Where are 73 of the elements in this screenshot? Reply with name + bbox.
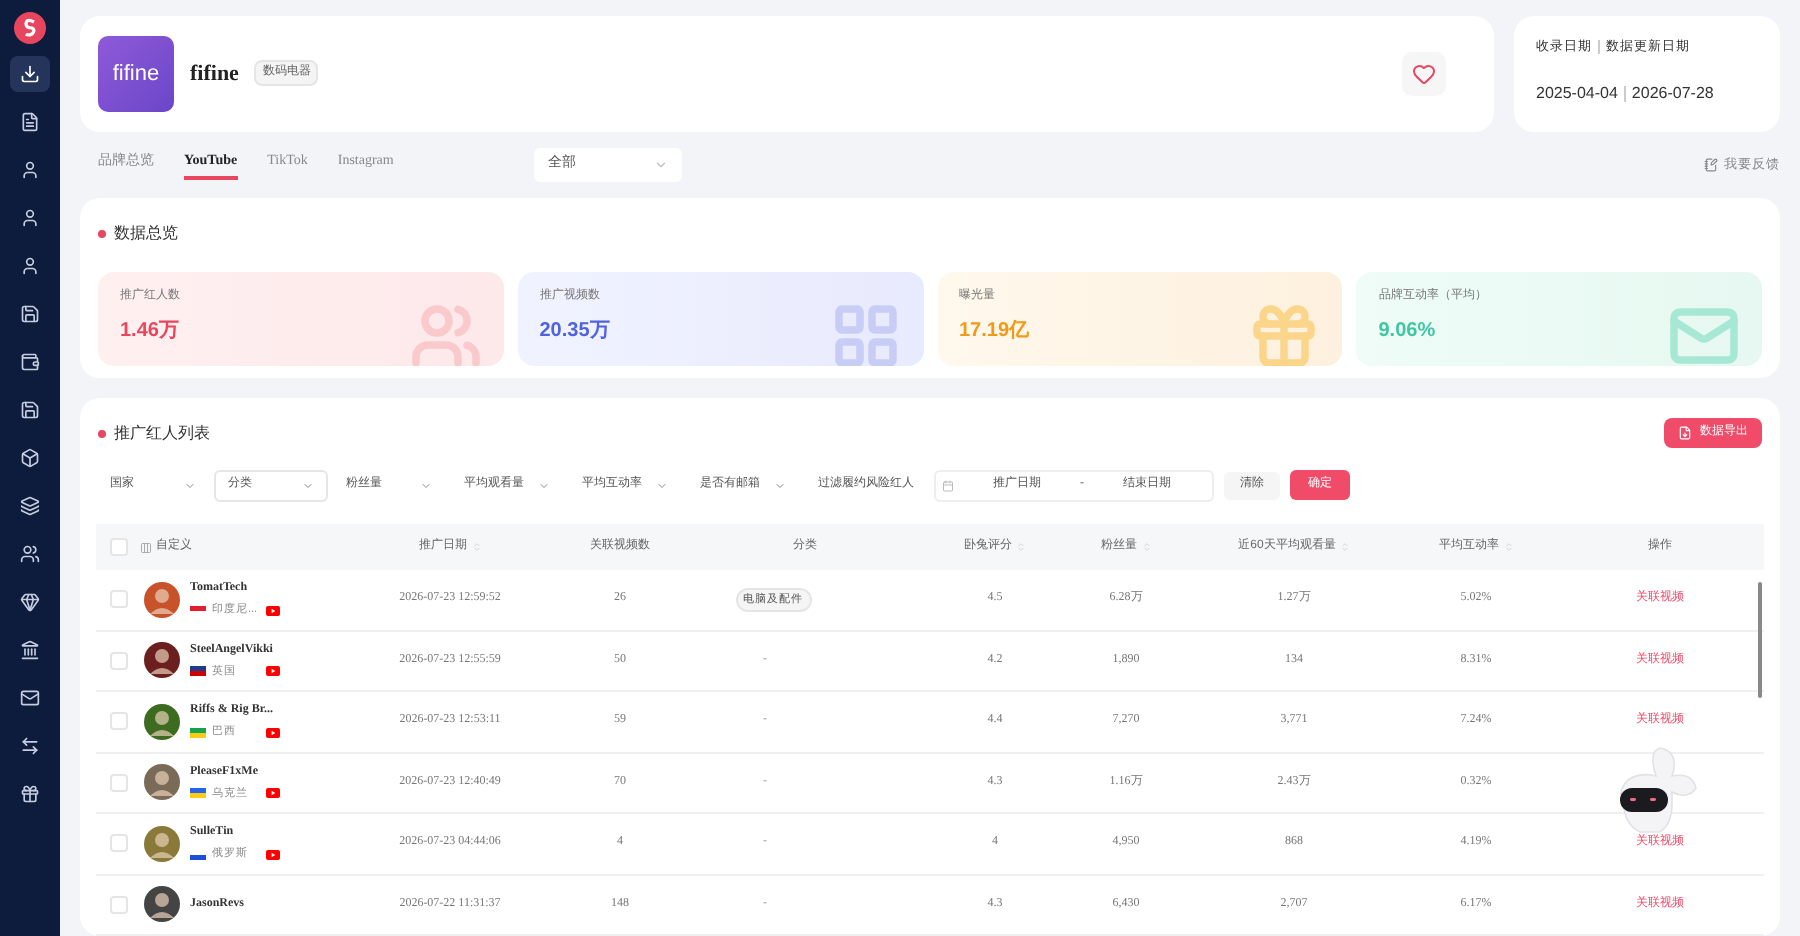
section-title: 数据总览 — [114, 222, 178, 247]
avatar-icon — [144, 825, 180, 862]
save-icon — [20, 400, 40, 420]
avatar-icon — [144, 703, 180, 740]
stat-icon — [1248, 300, 1321, 367]
chevron-down-icon — [420, 479, 432, 491]
sort-icon — [1016, 542, 1026, 552]
row-checkbox[interactable] — [109, 773, 127, 792]
users-icon — [20, 544, 40, 564]
row-checkbox[interactable] — [109, 895, 127, 914]
calendar-icon — [942, 479, 954, 491]
mail-icon — [20, 688, 40, 708]
flag-icon — [190, 727, 206, 738]
video-platform-icon — [266, 666, 280, 677]
sidebar-item[interactable] — [10, 56, 50, 92]
user-icon — [20, 208, 40, 228]
chevron-down-icon — [538, 479, 550, 491]
flag-icon — [190, 788, 206, 799]
save-icon — [20, 304, 40, 324]
date-value: 2025-04-04 — [1536, 81, 1618, 106]
app-logo-icon — [14, 12, 46, 44]
layers-icon — [20, 496, 40, 516]
section-title: 推广红人列表 — [114, 421, 210, 445]
date-value: 2026-07-28 — [1631, 81, 1714, 106]
bank-icon — [20, 640, 40, 660]
stat-icon — [409, 300, 482, 367]
flag-icon — [190, 666, 206, 677]
video-platform-icon — [266, 727, 280, 738]
avatar-icon — [144, 886, 180, 923]
sort-icon — [1141, 542, 1151, 552]
row-checkbox[interactable] — [109, 712, 127, 731]
user-icon — [20, 160, 40, 180]
row-checkbox[interactable] — [109, 834, 127, 853]
sort-icon — [1339, 542, 1350, 552]
file-icon — [1678, 426, 1692, 440]
sort-icon — [1503, 542, 1513, 552]
gift-icon — [20, 784, 40, 804]
chevron-down-icon — [302, 479, 314, 491]
chevron-down-icon — [653, 157, 668, 172]
stat-value: 1.46万 — [120, 318, 180, 347]
flag-icon — [190, 849, 206, 860]
avatar-icon — [144, 581, 180, 618]
video-platform-icon — [266, 605, 280, 616]
stat-value: 20.35万 — [539, 318, 610, 347]
video-platform-icon — [266, 849, 280, 860]
swap-icon — [20, 736, 40, 756]
video-platform-icon — [266, 788, 280, 799]
heart-icon — [1412, 61, 1436, 86]
chevron-down-icon — [184, 479, 196, 491]
select-all-checkbox[interactable] — [109, 538, 127, 556]
brand-name: fifine — [190, 59, 239, 90]
avatar-icon — [144, 642, 180, 679]
user-icon — [20, 256, 40, 276]
favorite-button[interactable] — [1402, 51, 1446, 96]
document-icon — [20, 112, 40, 132]
chevron-down-icon — [774, 479, 786, 491]
avatar-icon — [144, 764, 180, 801]
sort-icon — [471, 542, 481, 552]
stat-value: 17.19亿 — [959, 317, 1030, 347]
columns-icon — [140, 541, 152, 553]
chevron-down-icon — [656, 479, 668, 491]
row-checkbox[interactable] — [109, 651, 127, 670]
flag-icon — [190, 605, 206, 616]
box-icon — [20, 448, 40, 468]
notepad-icon — [1704, 157, 1718, 172]
row-checkbox[interactable] — [109, 590, 127, 609]
stat-icon — [829, 300, 901, 367]
stat-value: 9.06% — [1378, 318, 1438, 347]
download-icon — [20, 64, 40, 84]
wallet-icon — [20, 352, 40, 372]
gem-icon — [20, 592, 40, 612]
brand-logo: fifine — [98, 35, 174, 112]
scrollbar — [1758, 582, 1762, 698]
